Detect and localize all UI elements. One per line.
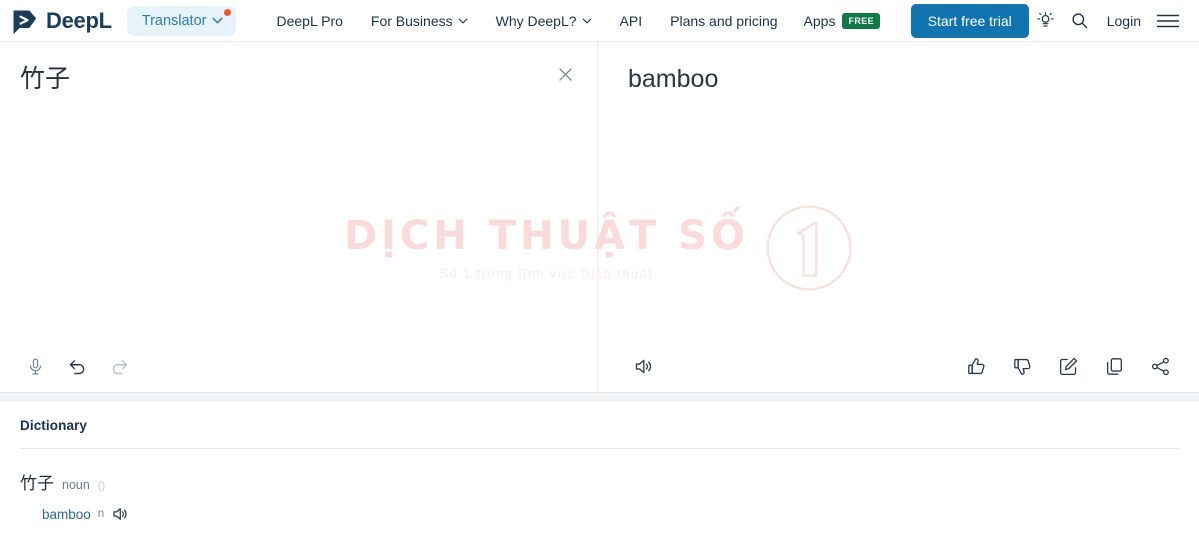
clear-source-button[interactable] bbox=[551, 60, 579, 88]
lightbulb-icon bbox=[1037, 12, 1054, 27]
source-tools bbox=[18, 349, 136, 383]
product-switcher-translator[interactable]: Translator bbox=[126, 5, 237, 36]
dictionary-sense-pos: n bbox=[97, 508, 105, 520]
thumbs-up-button[interactable] bbox=[959, 349, 993, 383]
brand-name: DeepL bbox=[46, 7, 112, 33]
nav-label: Why DeepL? bbox=[495, 12, 577, 29]
listen-translation-button[interactable] bbox=[626, 349, 660, 383]
top-navigation-bar: DeepL Translator DeepL Pro For Business … bbox=[0, 0, 1199, 42]
redo-icon bbox=[112, 359, 127, 374]
nav-item-apps[interactable]: Apps FREE bbox=[792, 7, 893, 35]
chevron-down-icon bbox=[582, 18, 591, 23]
close-icon bbox=[558, 67, 572, 81]
speaker-icon[interactable] bbox=[111, 505, 129, 523]
dictionary-entry: 竹子 noun () bamboo n bbox=[20, 449, 1179, 523]
dictionary-entry-pos: noun bbox=[62, 478, 90, 492]
dictionary-sense-row: bamboo n bbox=[20, 494, 1179, 523]
source-text-area[interactable]: 竹子 bbox=[0, 42, 597, 340]
edit-translation-button[interactable] bbox=[1051, 349, 1085, 383]
target-action-tools bbox=[959, 349, 1177, 383]
dictionary-separator bbox=[0, 393, 1199, 402]
source-panel: 竹子 bbox=[0, 42, 598, 392]
nav-item-for-business[interactable]: For Business bbox=[357, 7, 482, 35]
chevron-down-icon bbox=[458, 18, 467, 23]
dictionary-entry-head: 竹子 noun () bbox=[20, 469, 1179, 494]
free-badge: FREE bbox=[842, 12, 881, 29]
redo-button[interactable] bbox=[102, 349, 136, 383]
nav-label: API bbox=[619, 12, 643, 29]
thumbs-up-icon bbox=[967, 357, 984, 374]
idea-lightbulb-button[interactable] bbox=[1029, 4, 1063, 38]
nav-item-plans-and-pricing[interactable]: Plans and pricing bbox=[656, 7, 791, 35]
target-panel-footer bbox=[598, 340, 1199, 392]
notification-dot bbox=[224, 8, 232, 16]
deepl-logo[interactable]: DeepL bbox=[10, 7, 112, 35]
translation-area: DỊCH THUẬT SỐ Số 1 trong lĩnh vực Dịch t… bbox=[0, 42, 1199, 393]
nav-label: For Business bbox=[370, 12, 453, 29]
nav-item-deepl-pro[interactable]: DeepL Pro bbox=[262, 7, 356, 35]
thumbs-down-icon bbox=[1013, 358, 1030, 375]
dictionary-sense-word[interactable]: bamboo bbox=[42, 507, 91, 522]
deepl-logo-icon bbox=[13, 10, 37, 34]
search-button[interactable] bbox=[1063, 4, 1097, 38]
copy-icon bbox=[1106, 357, 1122, 375]
nav-item-why-deepl[interactable]: Why DeepL? bbox=[482, 7, 606, 35]
nav-label: DeepL Pro bbox=[276, 12, 343, 29]
share-icon bbox=[1151, 357, 1169, 375]
source-panel-footer bbox=[0, 340, 597, 392]
target-panel: bamboo bbox=[598, 42, 1199, 392]
nav-item-api[interactable]: API bbox=[606, 7, 657, 35]
microphone-icon bbox=[29, 358, 41, 374]
translated-text: bamboo bbox=[628, 65, 719, 93]
nav-label: Apps bbox=[803, 12, 836, 29]
hamburger-menu-icon bbox=[1157, 14, 1179, 27]
dictionary-entry-word[interactable]: 竹子 bbox=[20, 469, 54, 494]
undo-icon bbox=[69, 359, 84, 374]
edit-icon bbox=[1059, 357, 1077, 375]
hamburger-menu-button[interactable] bbox=[1151, 4, 1185, 38]
dictionary-title: Dictionary bbox=[20, 418, 88, 433]
speaker-icon bbox=[635, 359, 651, 373]
start-free-trial-button[interactable]: Start free trial bbox=[910, 3, 1029, 38]
product-switcher-label: Translator bbox=[141, 12, 207, 29]
chevron-down-icon bbox=[212, 17, 224, 24]
login-link[interactable]: Login bbox=[1097, 7, 1151, 35]
share-button[interactable] bbox=[1143, 349, 1177, 383]
target-text-area[interactable]: bamboo bbox=[598, 42, 1199, 340]
undo-button[interactable] bbox=[60, 349, 94, 383]
target-listen-tools bbox=[626, 349, 660, 383]
copy-button[interactable] bbox=[1097, 349, 1131, 383]
main-nav: DeepL Pro For Business Why DeepL? API Pl… bbox=[262, 7, 892, 35]
thumbs-down-button[interactable] bbox=[1005, 349, 1039, 383]
microphone-button[interactable] bbox=[18, 349, 52, 383]
source-text: 竹子 bbox=[20, 65, 71, 93]
nav-label: Plans and pricing bbox=[670, 12, 778, 29]
dictionary-entry-marker: () bbox=[97, 480, 106, 492]
search-icon bbox=[1072, 13, 1088, 29]
dictionary-section: Dictionary 竹子 noun () bamboo n bbox=[0, 402, 1199, 523]
